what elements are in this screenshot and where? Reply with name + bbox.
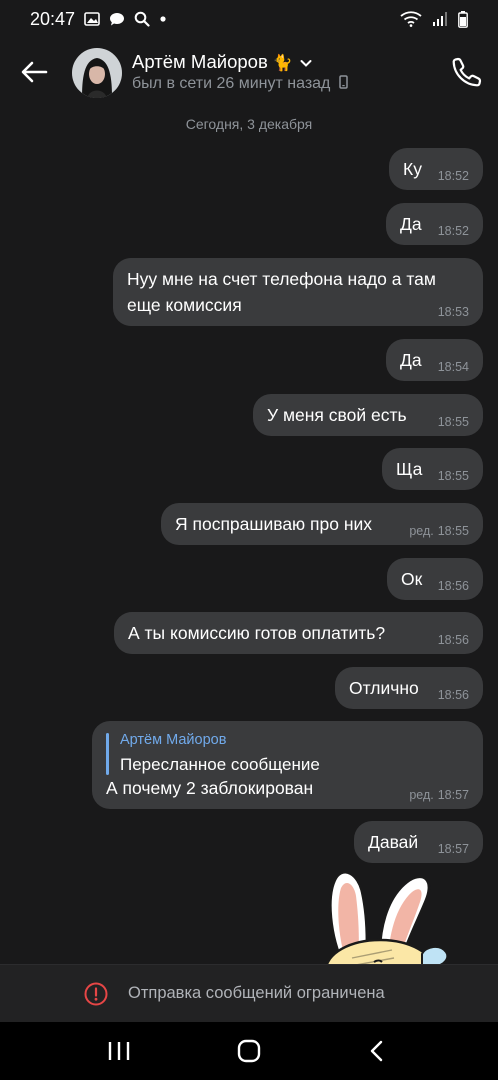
message-text: Отлично — [349, 678, 419, 698]
forward-author[interactable]: Артём Майоров — [120, 732, 226, 748]
edited-label: ред. — [409, 788, 434, 802]
message-bubble[interactable]: Ку 18:52 — [389, 148, 483, 190]
battery-icon — [458, 10, 468, 28]
message-time: 18:55 — [437, 524, 469, 538]
message-bubble[interactable]: Да 18:54 — [386, 339, 483, 381]
name-emoji: 🐈 — [272, 53, 293, 72]
message-time: 18:57 — [437, 842, 469, 856]
message-text: Давай — [368, 832, 419, 852]
phone-icon[interactable] — [450, 55, 484, 89]
message-time: 18:55 — [437, 415, 469, 429]
message-time-group: ред. 18:55 — [409, 524, 469, 538]
contact-name-text: Артём Майоров — [132, 51, 268, 72]
message-text: А почему 2 заблокирован — [106, 778, 314, 798]
message-bubble[interactable]: Ок 18:56 — [387, 558, 483, 600]
forward-text: Пересланное сообщение — [120, 755, 320, 774]
message-time: 18:53 — [437, 305, 469, 319]
message-bubble[interactable]: Нуу мне на счет телефона надо а там еще … — [113, 258, 483, 326]
message-time: 18:54 — [437, 360, 469, 374]
message-bubble[interactable]: Ща 18:55 — [382, 448, 483, 490]
message-text: У меня свой есть — [267, 405, 407, 425]
navigation-bar — [0, 1022, 498, 1080]
avatar[interactable] — [72, 48, 122, 98]
wifi-icon — [400, 11, 422, 27]
message-text: Ща — [396, 459, 423, 479]
edited-label: ред. — [409, 524, 434, 538]
image-icon — [84, 12, 100, 26]
message-bubble[interactable]: Отлично 18:56 — [335, 667, 483, 709]
forward-bar — [106, 733, 109, 775]
signal-icon — [433, 12, 447, 26]
message-text: Ок — [401, 569, 423, 589]
nav-back-icon[interactable] — [366, 1039, 388, 1063]
message-bubble[interactable]: Давай 18:57 — [354, 821, 483, 863]
message-time: 18:52 — [437, 169, 469, 183]
message-time-group: ред. 18:57 — [409, 788, 469, 802]
restriction-panel: Отправка сообщений ограничена — [0, 964, 498, 1023]
home-icon[interactable] — [236, 1039, 262, 1063]
contact-status: был в сети 26 минут назад — [132, 75, 348, 93]
date-separator: Сегодня, 3 декабря — [185, 116, 313, 132]
forwarded-message-bubble[interactable]: Артём Майоров Пересланное сообщение А по… — [92, 721, 483, 809]
message-time: 18:57 — [437, 788, 469, 802]
sticker[interactable] — [322, 866, 472, 966]
recents-icon[interactable] — [106, 1040, 132, 1062]
contact-status-text: был в сети 26 минут назад — [132, 75, 331, 92]
message-text: Да — [400, 214, 422, 234]
chevron-down-icon[interactable] — [300, 58, 312, 68]
chat-icon — [110, 12, 125, 25]
back-arrow-icon[interactable] — [18, 58, 50, 86]
message-time: 18:52 — [437, 224, 469, 238]
message-bubble[interactable]: У меня свой есть 18:55 — [253, 394, 483, 436]
message-text-line: Нуу мне на счет телефона надо а там — [127, 269, 436, 289]
message-bubble[interactable]: А ты комиссию готов оплатить? 18:56 — [114, 612, 483, 654]
message-text: Ку — [403, 159, 422, 179]
chat-header: Артём Майоров 🐈 был в сети 26 минут наза… — [0, 38, 498, 106]
message-time: 18:56 — [437, 579, 469, 593]
message-time: 18:56 — [437, 633, 469, 647]
message-bubble[interactable]: Да 18:52 — [386, 203, 483, 245]
message-time: 18:56 — [437, 688, 469, 702]
restriction-text: Отправка сообщений ограничена — [128, 984, 385, 1002]
contact-name[interactable]: Артём Майоров 🐈 — [132, 51, 312, 73]
dot-icon — [160, 16, 166, 22]
message-text: Я поспрашиваю про них — [175, 514, 373, 534]
alert-circle-icon — [84, 982, 108, 1006]
status-bar: 20:47 — [0, 0, 498, 38]
status-time: 20:47 — [30, 8, 76, 29]
mobile-icon — [339, 75, 348, 89]
search-icon — [134, 11, 150, 27]
message-text-line: еще комиссия — [127, 295, 242, 315]
message-text: Да — [400, 350, 422, 370]
message-bubble[interactable]: Я поспрашиваю про них ред. 18:55 — [161, 503, 483, 545]
message-text: А ты комиссию готов оплатить? — [128, 623, 386, 643]
message-time: 18:55 — [437, 469, 469, 483]
